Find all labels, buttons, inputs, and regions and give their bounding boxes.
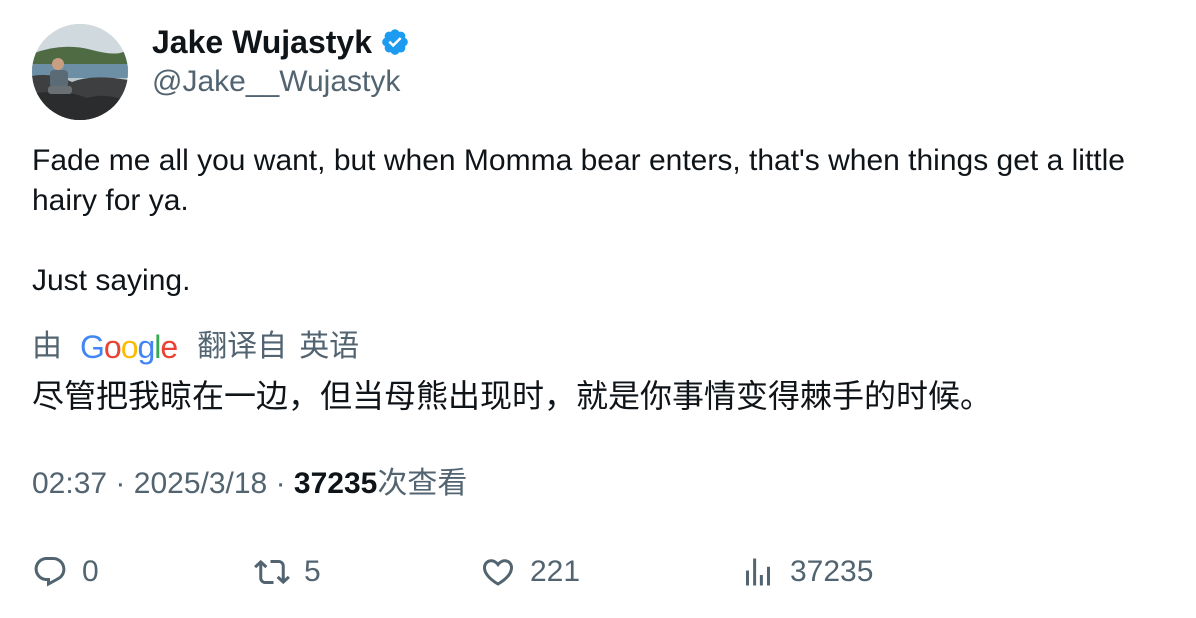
like-count: 221 [530,555,581,588]
translated-by-label: 由 [32,330,62,363]
avatar-image [32,24,128,120]
repost-button[interactable]: 5 [254,552,321,592]
translated-text: 尽管把我晾在一边，但当母熊出现时，就是你事情变得棘手的时候。 [32,378,993,414]
repost-count: 5 [304,555,321,588]
views-button[interactable]: 37235 [740,552,873,592]
author-name-row[interactable]: Jake Wujastyk [152,22,410,62]
author-handle[interactable]: @Jake__Wujastyk [152,62,400,102]
repost-icon [254,554,290,590]
avatar[interactable] [32,24,128,120]
source-language: 英语 [299,330,360,363]
analytics-icon [740,554,776,590]
tweet-text: Fade me all you want, but when Momma bea… [32,141,1152,301]
tweet-date[interactable]: 2025/3/18 [134,467,267,500]
tweet-meta: 02:37 · 2025/3/18 · 37235次查看 [32,464,467,504]
heart-icon [480,554,516,590]
tweet-paragraph: Fade me all you want, but when Momma bea… [32,144,1125,217]
meta-separator: · [275,467,286,500]
reply-button[interactable]: 0 [32,552,99,592]
views-action-count: 37235 [790,555,874,588]
verified-badge-icon [380,27,410,57]
google-logo: Google [80,329,178,365]
tweet-paragraph: Just saying. [32,264,191,297]
reply-icon [32,554,68,590]
views-label: 次查看 [377,467,468,500]
author-display-name[interactable]: Jake Wujastyk [152,22,372,62]
translation-attribution: 由 Google 翻译自 英语 [32,326,359,368]
like-button[interactable]: 221 [480,552,580,592]
reply-count: 0 [82,555,99,588]
tweet-time[interactable]: 02:37 [32,467,107,500]
translated-from-label: 翻译自 [197,330,288,363]
meta-separator: · [115,467,126,500]
views-count: 37235 [293,467,378,500]
tweet-actions: 0 5 221 37235 [32,552,1162,592]
